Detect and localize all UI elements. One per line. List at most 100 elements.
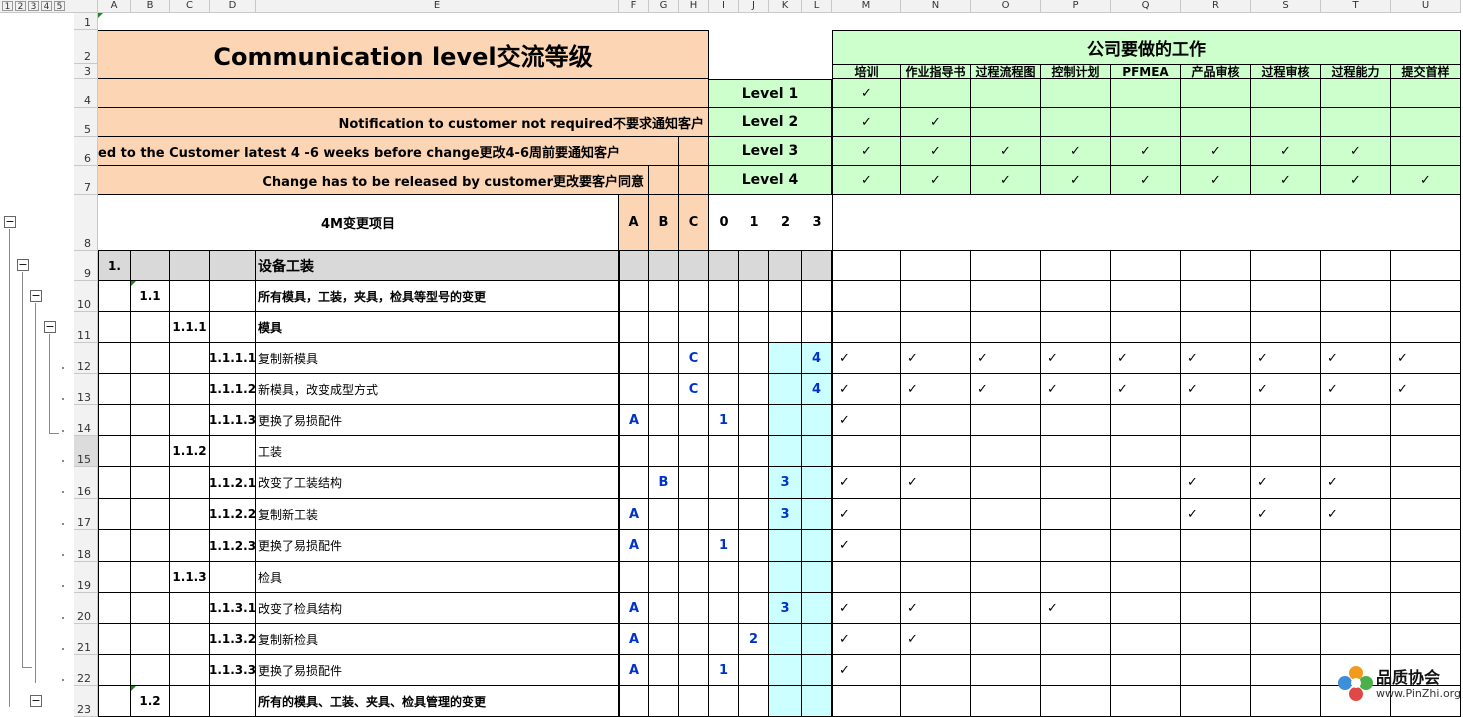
task-cell[interactable] bbox=[1041, 530, 1111, 562]
collapse-group-icon[interactable]: − bbox=[30, 290, 42, 302]
task-cell[interactable] bbox=[1181, 312, 1251, 343]
column-header-D[interactable]: D bbox=[210, 0, 256, 13]
check-icon[interactable]: ✓ bbox=[971, 343, 1041, 374]
code-cell[interactable] bbox=[709, 686, 739, 717]
item-number[interactable] bbox=[98, 530, 131, 562]
item-name[interactable]: 改变了工装结构 bbox=[256, 467, 619, 499]
item-number[interactable] bbox=[170, 281, 210, 312]
item-number[interactable]: 1. bbox=[98, 251, 131, 281]
task-cell[interactable] bbox=[1321, 312, 1391, 343]
code-cell[interactable] bbox=[739, 251, 769, 281]
item-number[interactable] bbox=[131, 530, 170, 562]
task-cell[interactable] bbox=[1391, 467, 1461, 499]
item-number[interactable] bbox=[170, 624, 210, 655]
check-icon[interactable]: ✓ bbox=[901, 467, 971, 499]
task-cell[interactable] bbox=[1111, 405, 1181, 436]
item-number[interactable] bbox=[210, 251, 256, 281]
task-cell[interactable] bbox=[1111, 686, 1181, 717]
check-icon[interactable]: ✓ bbox=[901, 624, 971, 655]
check-icon[interactable]: ✓ bbox=[1321, 343, 1391, 374]
code-cell[interactable]: A bbox=[619, 405, 649, 436]
row-header-15[interactable]: 15 bbox=[74, 436, 98, 467]
code-cell[interactable] bbox=[679, 405, 709, 436]
code-cell[interactable] bbox=[679, 436, 709, 467]
task-cell[interactable] bbox=[832, 686, 901, 717]
item-number[interactable]: 1.1.3.1 bbox=[210, 593, 256, 624]
code-cell[interactable] bbox=[679, 562, 709, 593]
collapse-group-icon[interactable]: − bbox=[44, 321, 56, 333]
check-icon[interactable]: ✓ bbox=[1391, 343, 1461, 374]
task-cell[interactable] bbox=[1391, 562, 1461, 593]
outline-level-4-button[interactable]: 4 bbox=[41, 1, 52, 12]
item-name[interactable]: 设备工装 bbox=[256, 251, 619, 281]
task-cell[interactable] bbox=[1391, 593, 1461, 624]
item-number[interactable] bbox=[98, 686, 131, 717]
code-cell[interactable] bbox=[649, 530, 679, 562]
task-cell[interactable] bbox=[971, 686, 1041, 717]
column-header-Q[interactable]: Q bbox=[1111, 0, 1181, 13]
code-cell[interactable]: A bbox=[619, 655, 649, 686]
task-cell[interactable] bbox=[1321, 593, 1391, 624]
item-number[interactable] bbox=[131, 499, 170, 530]
code-cell[interactable]: 2 bbox=[739, 624, 769, 655]
code-cell[interactable] bbox=[739, 436, 769, 467]
task-cell[interactable] bbox=[1391, 312, 1461, 343]
code-cell[interactable] bbox=[619, 686, 649, 717]
task-cell[interactable] bbox=[1321, 530, 1391, 562]
item-number[interactable] bbox=[98, 343, 131, 374]
item-number[interactable] bbox=[98, 499, 131, 530]
task-cell[interactable] bbox=[971, 624, 1041, 655]
code-cell[interactable] bbox=[709, 343, 739, 374]
task-cell[interactable] bbox=[1111, 624, 1181, 655]
item-number[interactable] bbox=[210, 312, 256, 343]
row-header-1[interactable]: 1 bbox=[74, 13, 98, 30]
code-cell[interactable] bbox=[649, 686, 679, 717]
row-header-2[interactable]: 2 bbox=[74, 30, 98, 64]
task-cell[interactable] bbox=[1391, 436, 1461, 467]
task-cell[interactable] bbox=[1251, 562, 1321, 593]
code-cell[interactable] bbox=[802, 624, 832, 655]
row-header-14[interactable]: 14 bbox=[74, 405, 98, 436]
item-number[interactable] bbox=[98, 281, 131, 312]
code-cell[interactable] bbox=[679, 530, 709, 562]
task-cell[interactable] bbox=[1251, 436, 1321, 467]
column-header-B[interactable]: B bbox=[131, 0, 170, 13]
task-cell[interactable] bbox=[1181, 436, 1251, 467]
task-cell[interactable] bbox=[1321, 281, 1391, 312]
task-cell[interactable] bbox=[971, 499, 1041, 530]
task-cell[interactable] bbox=[901, 312, 971, 343]
column-header-P[interactable]: P bbox=[1041, 0, 1111, 13]
task-cell[interactable] bbox=[901, 655, 971, 686]
task-cell[interactable] bbox=[1111, 436, 1181, 467]
code-cell[interactable] bbox=[649, 251, 679, 281]
collapse-group-icon[interactable]: − bbox=[4, 216, 16, 228]
check-icon[interactable]: ✓ bbox=[1321, 467, 1391, 499]
check-icon[interactable]: ✓ bbox=[1041, 343, 1111, 374]
task-cell[interactable] bbox=[901, 251, 971, 281]
code-cell[interactable] bbox=[709, 436, 739, 467]
code-cell[interactable] bbox=[619, 467, 649, 499]
task-cell[interactable] bbox=[1181, 655, 1251, 686]
item-number[interactable] bbox=[170, 655, 210, 686]
item-number[interactable] bbox=[98, 624, 131, 655]
code-cell[interactable] bbox=[649, 593, 679, 624]
item-number[interactable]: 1.1.1.3 bbox=[210, 405, 256, 436]
code-cell[interactable] bbox=[619, 251, 649, 281]
code-cell[interactable] bbox=[619, 281, 649, 312]
row-header-3[interactable]: 3 bbox=[74, 64, 98, 79]
code-cell[interactable]: 4 bbox=[802, 374, 832, 405]
code-cell[interactable] bbox=[769, 343, 802, 374]
task-cell[interactable] bbox=[832, 251, 901, 281]
code-cell[interactable] bbox=[802, 405, 832, 436]
code-cell[interactable] bbox=[709, 251, 739, 281]
code-cell[interactable]: A bbox=[619, 499, 649, 530]
column-header-L[interactable]: L bbox=[802, 0, 832, 13]
collapse-group-icon[interactable]: − bbox=[30, 695, 42, 707]
code-cell[interactable] bbox=[649, 374, 679, 405]
task-cell[interactable] bbox=[901, 499, 971, 530]
item-number[interactable]: 1.2 bbox=[131, 686, 170, 717]
item-number[interactable] bbox=[170, 499, 210, 530]
task-cell[interactable] bbox=[971, 467, 1041, 499]
code-cell[interactable] bbox=[769, 405, 802, 436]
code-cell[interactable] bbox=[709, 562, 739, 593]
